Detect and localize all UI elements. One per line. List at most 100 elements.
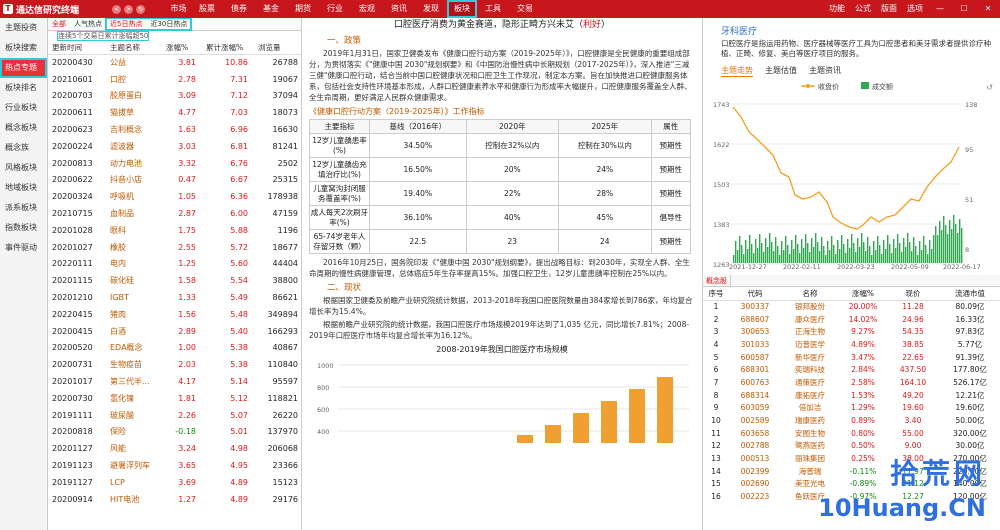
- table-row[interactable]: 20200818 保险 -0.18 5.01 137970: [48, 424, 301, 441]
- stock-row[interactable]: 9 603059 倍加洁 1.29% 19.60 19.60亿: [703, 402, 1000, 415]
- table-row[interactable]: 20210601 口腔 2.78 7.31 19067: [48, 71, 301, 88]
- table-row[interactable]: 20200914 HIT电池 1.27 4.89 29176: [48, 491, 301, 508]
- table-row[interactable]: 20200324 呼吸机 1.05 6.36 178938: [48, 188, 301, 205]
- table-row[interactable]: 20200415 白酒 2.89 5.40 166293: [48, 323, 301, 340]
- menu-discover[interactable]: 发现: [415, 0, 447, 18]
- sidebar-item-index[interactable]: 指数板块: [0, 218, 47, 238]
- col-update-time[interactable]: 更新时间: [48, 42, 106, 55]
- col-float-mcap[interactable]: 流通市值: [939, 287, 1000, 301]
- menu-futures[interactable]: 期货: [287, 0, 319, 18]
- menu-bonds[interactable]: 债券: [223, 0, 255, 18]
- stock-row[interactable]: 4 301033 迈普医学 4.89% 38.85 5.77亿: [703, 338, 1000, 351]
- table-row[interactable]: 20201210 IGBT 1.33 5.49 86621: [48, 289, 301, 306]
- col-topic-name[interactable]: 主题名称: [106, 42, 162, 55]
- stock-row[interactable]: 1 300337 银邦股份 20.00% 11.28 80.09亿: [703, 300, 1000, 313]
- stock-row[interactable]: 13 000513 丽珠集团 0.25% 38.00 270.00亿: [703, 452, 1000, 465]
- table-row[interactable]: 20200813 动力电池 3.32 6.76 2502: [48, 155, 301, 172]
- table-row[interactable]: 20220415 猪肉 1.56 5.48 349894: [48, 306, 301, 323]
- col-price[interactable]: 现价: [887, 287, 939, 301]
- col-code[interactable]: 代码: [729, 287, 781, 301]
- sidebar-item-hot-topics[interactable]: 热点专题: [0, 58, 47, 78]
- table-row[interactable]: 20201115 碳化硅 1.58 5.54 38800: [48, 272, 301, 289]
- table-row[interactable]: 20200520 EDA概念 1.00 5.38 40867: [48, 340, 301, 357]
- menu-options[interactable]: 选项: [902, 0, 928, 18]
- menu-sectors[interactable]: 板块: [447, 0, 477, 18]
- table-row[interactable]: 20200731 生物疫苗 2.03 5.38 110840: [48, 356, 301, 373]
- menu-news[interactable]: 资讯: [383, 0, 415, 18]
- change-pct-cell: 20.00%: [848, 302, 878, 312]
- sidebar-item-region[interactable]: 地域板块: [0, 178, 47, 198]
- menu-functions[interactable]: 功能: [824, 0, 850, 18]
- sidebar-item-style[interactable]: 风格板块: [0, 158, 47, 178]
- col-seq[interactable]: 序号: [703, 287, 729, 301]
- menu-macro[interactable]: 宏观: [351, 0, 383, 18]
- menu-layout[interactable]: 版面: [876, 0, 902, 18]
- tab-theme-news[interactable]: 主题资讯: [809, 65, 841, 77]
- tab-5day[interactable]: 近5日热点: [106, 18, 146, 30]
- menu-funds[interactable]: 基金: [255, 0, 287, 18]
- table-row[interactable]: 20200703 胶原蛋白 3.09 7.12 37094: [48, 88, 301, 105]
- table-row[interactable]: 20201028 眼科 1.75 5.88 1196: [48, 222, 301, 239]
- col-views[interactable]: 浏览量: [254, 42, 301, 55]
- table-row[interactable]: 20191111 玻尿酸 2.26 5.07 26220: [48, 407, 301, 424]
- maximize-icon[interactable]: ☐: [952, 0, 976, 18]
- table-row[interactable]: 20200730 氢化镍 1.81 5.12 118821: [48, 390, 301, 407]
- stock-row[interactable]: 12 002788 鹭燕医药 0.50% 9.00 30.00亿: [703, 440, 1000, 453]
- stock-row[interactable]: 16 002223 鱼跃医疗 -0.97% 12.27 120.00亿: [703, 490, 1000, 503]
- stock-row[interactable]: 6 688301 奕瑞科技 2.84% 437.50 177.80亿: [703, 363, 1000, 376]
- col-change[interactable]: 涨幅%: [162, 42, 202, 55]
- stock-row[interactable]: 3 300653 正海生物 9.27% 54.35 97.83亿: [703, 325, 1000, 338]
- stock-row[interactable]: 7 600763 通策医疗 2.58% 164.10 526.17亿: [703, 376, 1000, 389]
- table-row[interactable]: 20191127 LCP 3.69 4.89 15123: [48, 474, 301, 491]
- table-row[interactable]: 20201127 风能 3.24 4.98 206068: [48, 440, 301, 457]
- topic-name-cell: 猫拔草: [110, 108, 134, 118]
- col-name[interactable]: 名称: [781, 287, 839, 301]
- minimize-icon[interactable]: —: [928, 0, 952, 18]
- table-row[interactable]: 20200224 滤波器 3.03 6.81 81241: [48, 138, 301, 155]
- menu-stocks[interactable]: 股票: [191, 0, 223, 18]
- back-icon[interactable]: <: [112, 4, 121, 14]
- close-icon[interactable]: ✕: [976, 0, 1000, 18]
- stock-row[interactable]: 11 603658 安图生物 0.80% 55.00 320.00亿: [703, 427, 1000, 440]
- menu-trade[interactable]: 交易: [509, 0, 541, 18]
- table-row[interactable]: 20210715 血制品 2.87 6.00 47159: [48, 205, 301, 222]
- forward-icon[interactable]: >: [124, 4, 133, 14]
- stock-row[interactable]: 10 002589 瑞康医药 0.89% 3.40 50.00亿: [703, 414, 1000, 427]
- table-row[interactable]: 20200623 吉利概念 1.63 6.96 16630: [48, 121, 301, 138]
- table-row[interactable]: 20200430 公益 3.81 10.86 26788: [48, 54, 301, 71]
- menu-industry[interactable]: 行业: [319, 0, 351, 18]
- refresh-icon[interactable]: ↻: [136, 4, 145, 14]
- sidebar-item-concept-family[interactable]: 概念族: [0, 138, 47, 158]
- sidebar-item-concept[interactable]: 概念板块: [0, 118, 47, 138]
- sidebar-item-theme-invest[interactable]: 主题投资: [0, 18, 47, 38]
- sidebar-item-industry[interactable]: 行业板块: [0, 98, 47, 118]
- table-row[interactable]: 20201027 橡胶 2.55 5.72 18677: [48, 239, 301, 256]
- table-row[interactable]: 20201017 第三代半... 4.17 5.14 95597: [48, 373, 301, 390]
- menu-market[interactable]: 市场: [166, 0, 191, 18]
- menu-formula[interactable]: 公式: [850, 0, 876, 18]
- stock-row[interactable]: 5 600587 新华医疗 3.47% 22.65 91.39亿: [703, 351, 1000, 364]
- stock-row[interactable]: 15 002690 美亚光电 -0.89% 21.12 140.00亿: [703, 478, 1000, 491]
- tab-concept-stocks[interactable]: 概念股: [703, 275, 731, 287]
- sidebar-item-sector-search[interactable]: 板块搜索: [0, 38, 47, 58]
- reset-zoom-icon[interactable]: ↺: [986, 83, 993, 92]
- stock-row[interactable]: 8 688314 康拓医疗 1.53% 49.20 12.21亿: [703, 389, 1000, 402]
- menu-tools[interactable]: 工具: [477, 0, 509, 18]
- tab-30day[interactable]: 近30日热点: [146, 18, 191, 30]
- sidebar-item-event[interactable]: 事件驱动: [0, 238, 47, 258]
- table-row[interactable]: 20220111 电内 1.25 5.60 44404: [48, 256, 301, 273]
- table-row[interactable]: 20191123 避暑浮列车 3.65 4.95 23366: [48, 457, 301, 474]
- tab-all[interactable]: 全部: [48, 18, 70, 30]
- col-cum-change[interactable]: 累计涨幅%: [202, 42, 254, 55]
- sidebar-item-faction[interactable]: 派系板块: [0, 198, 47, 218]
- tab-popular[interactable]: 人气热点: [70, 18, 106, 30]
- sidebar-item-sector-rank[interactable]: 板块排名: [0, 78, 47, 98]
- tab-theme-trend[interactable]: 主题走势: [721, 65, 753, 77]
- table-row[interactable]: 20200611 猫拔草 4.77 7.03 18073: [48, 104, 301, 121]
- tab-theme-valuation[interactable]: 主题估值: [765, 65, 797, 77]
- views-cell: 25315: [272, 175, 298, 185]
- col-change-pct[interactable]: 涨幅%: [839, 287, 887, 301]
- stock-row[interactable]: 2 688607 康众医疗 14.02% 24.96 16.33亿: [703, 313, 1000, 326]
- table-row[interactable]: 20200622 抖音小店 0.47 6.67 25315: [48, 172, 301, 189]
- stock-row[interactable]: 14 002399 海普瑞 -0.11% 17.97 220.00亿: [703, 465, 1000, 478]
